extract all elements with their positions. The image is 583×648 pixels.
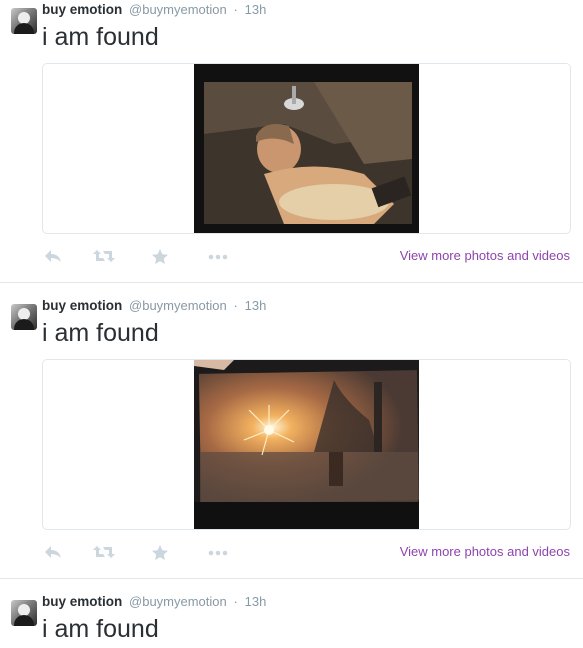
tweet-header: buy emotion @buymyemotion · 13h bbox=[42, 2, 266, 17]
tweet-text: i am found bbox=[42, 319, 159, 347]
view-more-photos-link[interactable]: View more photos and videos bbox=[400, 248, 570, 263]
separator-dot: · bbox=[233, 594, 238, 609]
more-icon[interactable] bbox=[207, 248, 229, 266]
tweet-timestamp[interactable]: 13h bbox=[245, 298, 267, 313]
user-name[interactable]: buy emotion bbox=[42, 298, 122, 313]
media-container[interactable] bbox=[42, 359, 571, 530]
tweet: buy emotion @buymyemotion · 13h i am fou… bbox=[0, 296, 583, 579]
avatar[interactable] bbox=[11, 304, 37, 330]
retweet-icon[interactable] bbox=[93, 248, 115, 266]
separator-dot: · bbox=[233, 2, 238, 17]
user-handle[interactable]: @buymyemotion bbox=[129, 594, 227, 609]
view-more-photos-link[interactable]: View more photos and videos bbox=[400, 544, 570, 559]
user-handle[interactable]: @buymyemotion bbox=[129, 298, 227, 313]
tweet: buy emotion @buymyemotion · 13h i am fou… bbox=[0, 592, 583, 648]
separator-dot: · bbox=[233, 298, 238, 313]
reply-icon[interactable] bbox=[44, 248, 66, 266]
avatar[interactable] bbox=[11, 8, 37, 34]
tweet-header: buy emotion @buymyemotion · 13h bbox=[42, 594, 266, 609]
reply-icon[interactable] bbox=[44, 544, 66, 562]
retweet-icon[interactable] bbox=[93, 544, 115, 562]
tweet-header: buy emotion @buymyemotion · 13h bbox=[42, 298, 266, 313]
tweet-actions: View more photos and videos bbox=[42, 544, 570, 562]
more-icon[interactable] bbox=[207, 544, 229, 562]
tweet: buy emotion @buymyemotion · 13h i am fou… bbox=[0, 0, 583, 283]
tweet-text: i am found bbox=[42, 615, 159, 643]
user-handle[interactable]: @buymyemotion bbox=[129, 2, 227, 17]
favorite-icon[interactable] bbox=[151, 248, 173, 266]
user-name[interactable]: buy emotion bbox=[42, 2, 122, 17]
media-container[interactable] bbox=[42, 63, 571, 234]
tweet-photo[interactable] bbox=[194, 360, 420, 529]
tweet-timestamp[interactable]: 13h bbox=[245, 2, 267, 17]
tweet-text: i am found bbox=[42, 23, 159, 51]
favorite-icon[interactable] bbox=[151, 544, 173, 562]
avatar[interactable] bbox=[11, 600, 37, 626]
tweet-actions: View more photos and videos bbox=[42, 248, 570, 266]
user-name[interactable]: buy emotion bbox=[42, 594, 122, 609]
tweet-photo[interactable] bbox=[194, 64, 419, 233]
tweet-timestamp[interactable]: 13h bbox=[245, 594, 267, 609]
